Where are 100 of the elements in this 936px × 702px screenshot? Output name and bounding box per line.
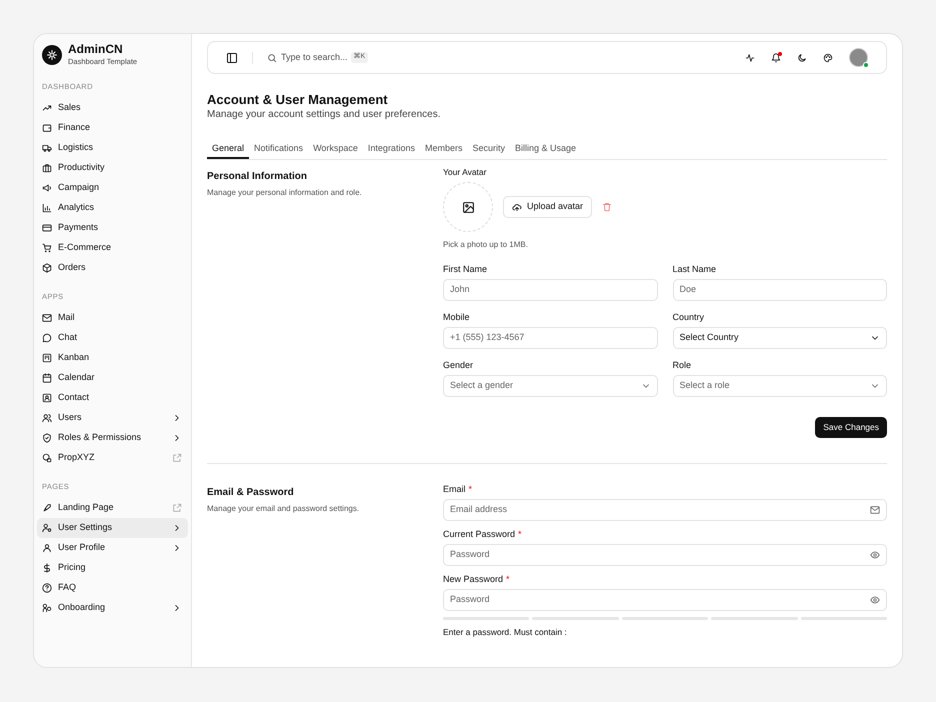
briefcase-icon <box>42 163 52 173</box>
save-changes-button[interactable]: Save Changes <box>815 417 887 438</box>
tab[interactable]: Members <box>420 142 468 159</box>
page-subtitle: Manage your account settings and user preferences. <box>207 108 442 122</box>
page-title: Account & User Management <box>207 92 389 108</box>
search-field[interactable]: Type to search... <box>267 50 348 64</box>
kanban-icon <box>42 353 52 363</box>
palette-icon <box>823 52 833 62</box>
cloud-upload-icon <box>512 202 522 212</box>
tab[interactable]: Integrations <box>362 142 420 159</box>
sidebar-item[interactable]: Campaign <box>37 178 188 198</box>
eye-icon <box>870 595 880 605</box>
activity-button[interactable] <box>745 52 755 62</box>
avatar-placeholder[interactable] <box>443 182 493 232</box>
field-label: Mobile <box>443 311 471 323</box>
input-field[interactable]: +1 (555) 123-4567 <box>443 327 658 349</box>
tab[interactable]: Billing & Usage <box>510 142 582 159</box>
sidebar-item[interactable]: Kanban <box>37 348 188 368</box>
sidebar-item[interactable]: Logistics <box>37 138 188 158</box>
eye-icon <box>870 550 880 560</box>
sidebar-item[interactable]: Mail <box>37 308 188 328</box>
calendar-icon <box>42 373 52 383</box>
sidebar-item[interactable]: Payments <box>37 218 188 238</box>
avatar-hint: Pick a photo up to 1MB. <box>443 239 529 251</box>
megaphone-icon <box>42 183 52 193</box>
badge-icon <box>42 453 52 463</box>
input-field[interactable]: Password <box>443 589 887 611</box>
select-field[interactable]: Select a gender <box>443 375 658 397</box>
select-field[interactable]: Select Country <box>672 327 887 349</box>
required-mark: * <box>506 573 510 585</box>
sidebar-item[interactable]: Onboarding <box>37 598 188 618</box>
required-mark: * <box>468 483 472 495</box>
field-label: New Password <box>443 573 504 585</box>
field-label: Last Name <box>672 263 718 275</box>
trend-icon <box>42 103 52 113</box>
sidebar-item[interactable]: Finance <box>37 118 188 138</box>
logo-icon <box>42 45 62 65</box>
field-label: Your Avatar <box>443 166 488 178</box>
section-description: Manage your email and password settings. <box>207 503 360 515</box>
external-link-icon <box>172 453 182 463</box>
bell-icon <box>771 52 781 62</box>
sidebar-item[interactable]: Analytics <box>37 198 188 218</box>
tab[interactable]: General <box>207 142 250 159</box>
bar-chart-icon <box>42 203 52 213</box>
truck-icon <box>42 143 52 153</box>
dollar-icon <box>42 563 52 573</box>
sidebar-item[interactable]: Chat <box>37 328 188 348</box>
tab[interactable]: Workspace <box>308 142 363 159</box>
cart-icon <box>42 243 52 253</box>
sidebar-item[interactable]: Contact <box>37 388 188 408</box>
mail-icon <box>870 505 880 515</box>
sidebar-item[interactable]: User Profile <box>37 538 188 558</box>
section-title: Personal Information <box>207 170 308 184</box>
sidebar-item[interactable]: Orders <box>37 258 188 278</box>
shield-check-icon <box>42 433 52 443</box>
sidebar-item[interactable]: Productivity <box>37 158 188 178</box>
user-icon <box>42 543 52 553</box>
upload-avatar-button[interactable]: Upload avatar <box>503 196 592 218</box>
field-label: First Name <box>443 263 488 275</box>
tab[interactable]: Notifications <box>249 142 308 159</box>
field-label: Email <box>443 483 466 495</box>
input-field[interactable]: John <box>443 279 658 301</box>
password-hint: Enter a password. Must contain : <box>443 627 568 638</box>
external-link-icon <box>172 503 182 513</box>
sidebar-item[interactable]: PropXYZ <box>37 448 188 468</box>
search-icon <box>267 52 277 62</box>
theme-toggle-button[interactable] <box>797 52 807 62</box>
sidebar-item[interactable]: E-Commerce <box>37 238 188 258</box>
user-cog-icon <box>42 523 52 533</box>
package-icon <box>42 263 52 273</box>
sidebar-item[interactable]: Landing Page <box>37 498 188 518</box>
field-label: Country <box>672 311 706 323</box>
input-field[interactable]: Doe <box>672 279 887 301</box>
sidebar-item[interactable]: Users <box>37 408 188 428</box>
mail-icon <box>42 313 52 323</box>
required-mark: * <box>518 528 522 540</box>
sidebar-item[interactable]: Roles & Permissions <box>37 428 188 448</box>
contact-icon <box>42 393 52 403</box>
users-icon <box>42 413 52 423</box>
moon-icon <box>797 52 807 62</box>
sidebar-item[interactable]: User Settings <box>37 518 188 538</box>
sidebar-item[interactable]: Calendar <box>37 368 188 388</box>
delete-button[interactable] <box>602 202 612 212</box>
select-field[interactable]: Select a role <box>672 375 887 397</box>
notifications-button[interactable] <box>771 52 781 62</box>
sidebar-toggle-button[interactable] <box>226 52 238 64</box>
input-field[interactable]: Email address <box>443 499 887 521</box>
help-circle-icon <box>42 583 52 593</box>
field-label: Gender <box>443 359 474 371</box>
people-icon <box>42 603 52 613</box>
sidebar-item[interactable]: Pricing <box>37 558 188 578</box>
sidebar-toggle-icon <box>226 52 238 64</box>
input-field[interactable]: Password <box>443 544 887 566</box>
sidebar-item[interactable]: FAQ <box>37 578 188 598</box>
palette-button[interactable] <box>823 52 833 62</box>
user-avatar[interactable] <box>849 48 868 67</box>
sidebar-item[interactable]: Sales <box>37 98 188 118</box>
section-title: Email & Password <box>207 486 295 500</box>
activity-icon <box>745 52 755 62</box>
tab[interactable]: Security <box>467 142 510 159</box>
